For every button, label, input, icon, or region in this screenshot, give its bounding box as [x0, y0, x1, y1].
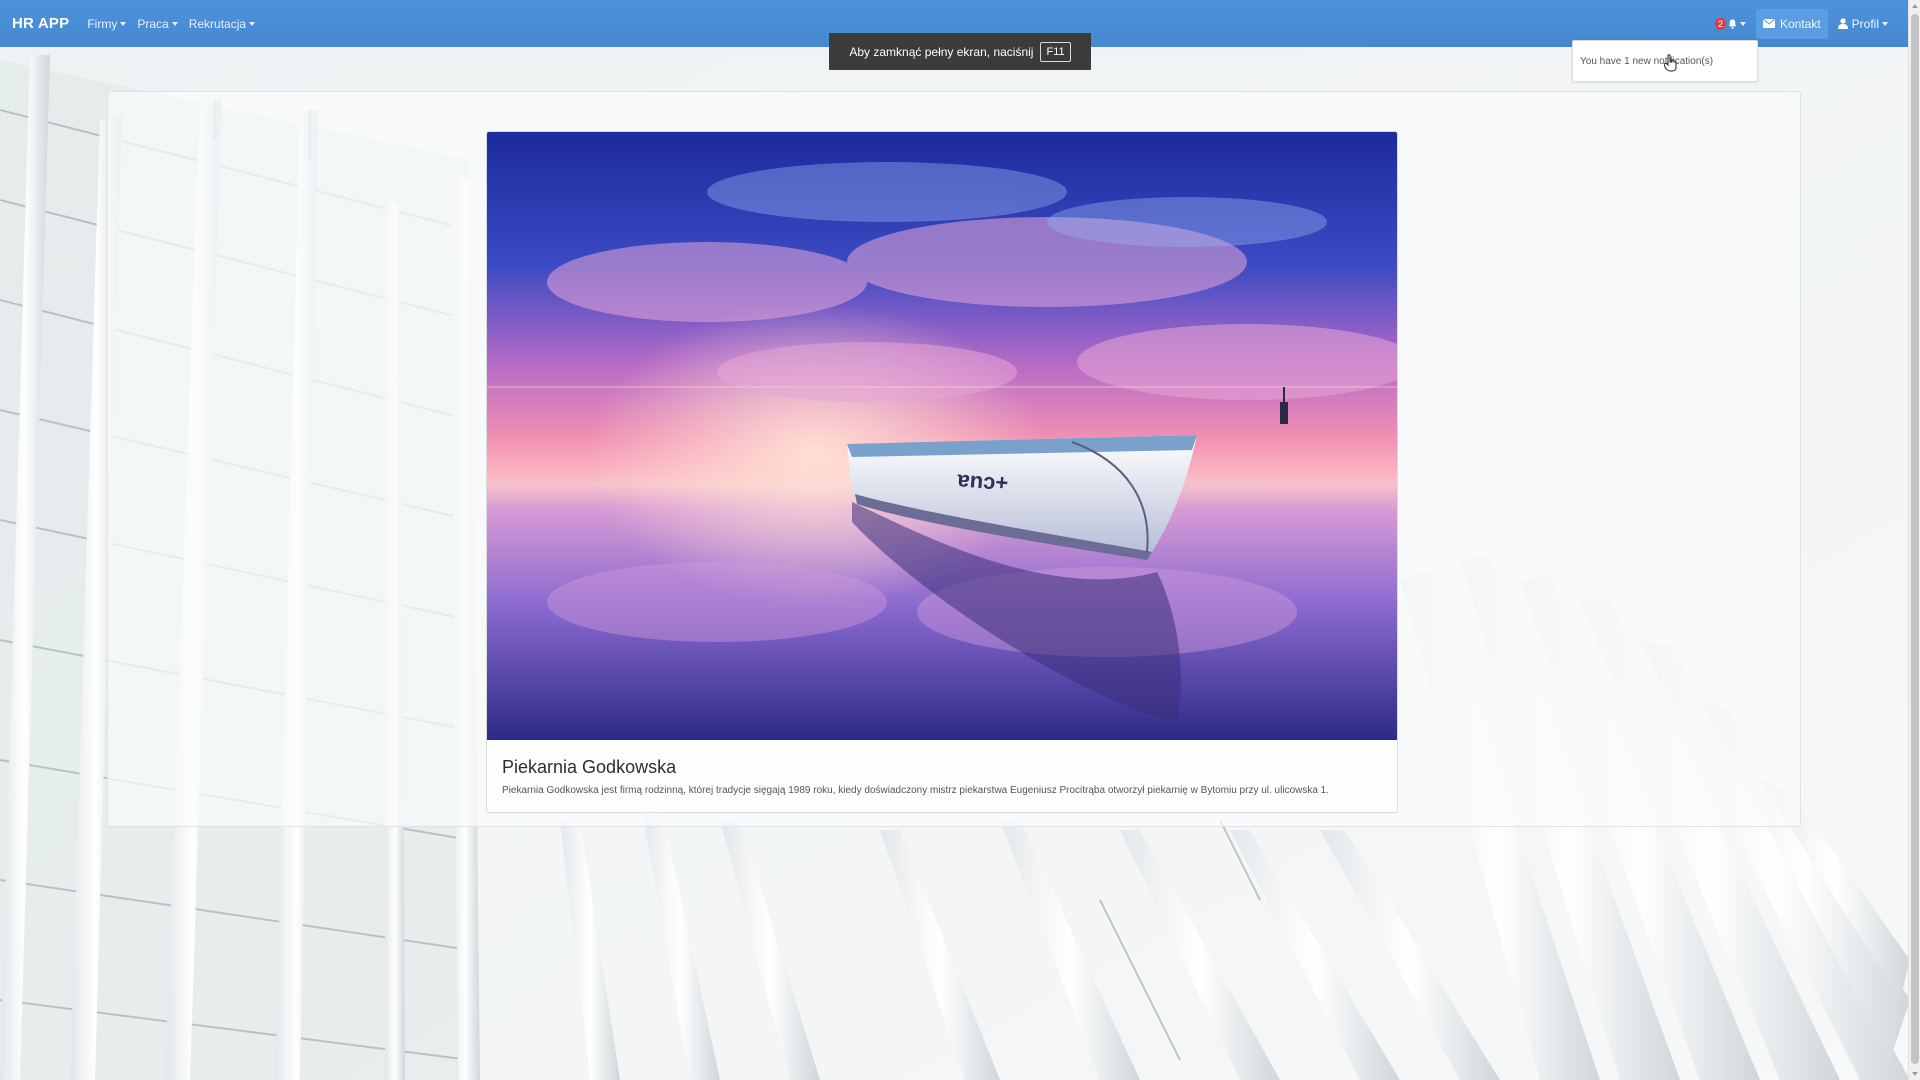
app-brand[interactable]: HR APP [12, 15, 69, 32]
bell-icon [1728, 18, 1737, 29]
chevron-down-icon [1882, 22, 1888, 26]
company-description: Piekarnia Godkowska jest firmą rodzinną,… [502, 785, 1330, 796]
user-icon [1837, 18, 1848, 29]
nav-rekrutacja-dropdown[interactable]: Rekrutacja [188, 16, 256, 31]
svg-text:ɐnɔ+: ɐnɔ+ [956, 466, 1010, 495]
profil-dropdown[interactable]: Profil [1837, 16, 1888, 31]
scroll-up-arrow-icon[interactable] [1912, 4, 1918, 8]
chevron-down-icon [120, 22, 127, 26]
kontakt-label: Kontakt [1779, 16, 1821, 31]
chevron-down-icon [171, 22, 178, 26]
company-card[interactable]: ɐnɔ+ Piekarnia Godkowska Piekarnia Godko… [486, 131, 1398, 813]
kontakt-button[interactable]: Kontakt [1755, 8, 1828, 39]
fullscreen-exit-notice: Aby zamknąć pełny ekran, naciśnij F11 [829, 33, 1091, 70]
notification-item[interactable]: You have 1 new notification(s) [1580, 56, 1713, 67]
nav-firmy-dropdown[interactable]: Firmy [87, 16, 127, 31]
company-name: Piekarnia Godkowska [502, 757, 677, 777]
hand-cursor-icon [1664, 54, 1677, 72]
nav-firmy-label: Firmy [87, 16, 118, 31]
nav-rekrutacja-label: Rekrutacja [188, 16, 247, 31]
profil-label: Profil [1851, 16, 1879, 31]
fullscreen-notice-text: Aby zamknąć pełny ekran, naciśnij [849, 44, 1034, 59]
f11-key-hint: F11 [1040, 41, 1071, 62]
page-scrollbar[interactable] [1908, 0, 1920, 1080]
envelope-icon [1762, 19, 1775, 28]
scrollbar-thumb[interactable] [1911, 14, 1919, 1064]
nav-praca-label: Praca [137, 16, 169, 31]
company-image: ɐnɔ+ [487, 132, 1397, 740]
nav-praca-dropdown[interactable]: Praca [137, 16, 178, 31]
notification-count-badge: 2 [1714, 17, 1726, 30]
notifications-dropdown-toggle[interactable]: 2 [1714, 17, 1746, 30]
scroll-down-arrow-icon[interactable] [1912, 1072, 1918, 1076]
chevron-down-icon [249, 22, 256, 26]
chevron-down-icon [1739, 22, 1746, 26]
